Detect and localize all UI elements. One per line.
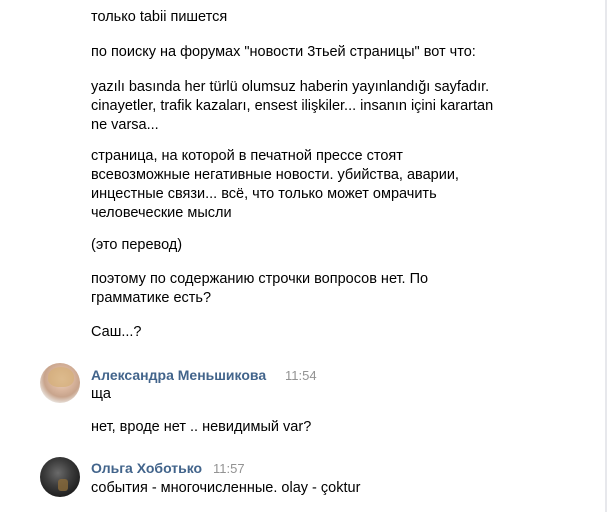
avatar[interactable] — [40, 457, 80, 497]
message-text: ща — [91, 386, 111, 402]
message-text: только tabii пишется — [91, 9, 228, 25]
message-text: yazılı basında her türlü olumsuz haberin… — [91, 79, 494, 133]
message-timestamp[interactable]: 11:54 — [285, 367, 317, 385]
message-text: нет, вроде нет .. невидимый var? — [91, 419, 312, 435]
message-text: события - многочисленные. olay - çoktur — [91, 480, 361, 496]
message-text: поэтому по содержанию строчки вопросов н… — [91, 271, 429, 306]
message-text: Саш...? — [91, 324, 142, 340]
message-text: страница, на которой в печатной прессе с… — [91, 148, 459, 221]
avatar[interactable] — [40, 363, 80, 403]
message-text: по поиску на форумах "новости 3тьей стра… — [91, 44, 476, 60]
author-name-link[interactable]: Ольга Хоботько — [91, 459, 202, 477]
author-name-link[interactable]: Александра Меньшикова — [91, 366, 266, 384]
message-timestamp[interactable]: 11:57 — [213, 460, 245, 478]
message-text: (это перевод) — [91, 237, 183, 253]
